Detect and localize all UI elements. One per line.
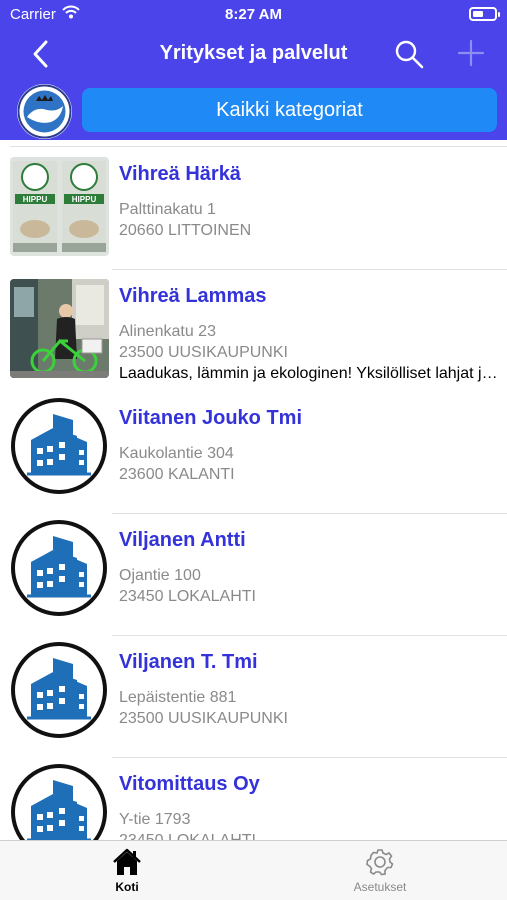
tab-home-label: Koti <box>115 880 139 894</box>
listing-street: Alinenkatu 23 <box>119 323 216 340</box>
listing-city: 23500 UUSIKAUPUNKI <box>119 344 288 361</box>
category-bar: Kaikki kategoriat <box>0 80 507 140</box>
status-bar: Carrier 8:27 AM <box>0 0 507 28</box>
list-item[interactable]: Vihreä Lammas Alinenkatu 23 23500 UUSIKA… <box>0 270 507 392</box>
tab-settings[interactable]: Asetukset <box>320 847 440 894</box>
tab-home[interactable]: Koti <box>67 847 187 894</box>
list-item[interactable]: Viljanen Antti Ojantie 100 23450 LOKALAH… <box>0 514 507 636</box>
svg-text:HIPPU: HIPPU <box>72 195 97 204</box>
listing-city: 23600 KALANTI <box>119 466 235 483</box>
listing-street: Palttinakatu 1 <box>119 201 216 218</box>
listing-photo-storefront <box>10 279 109 378</box>
clock: 8:27 AM <box>225 6 282 23</box>
listing-city: 23500 UUSIKAUPUNKI <box>119 710 288 727</box>
listing-name: Vihreä Lammas <box>119 285 267 307</box>
battery-icon <box>469 7 500 21</box>
building-icon <box>11 520 107 616</box>
listing-city: 23450 LOKALAHTI <box>119 832 256 840</box>
listing-street: Kaukolantie 304 <box>119 445 234 462</box>
page-title: Yritykset ja palvelut <box>159 42 348 64</box>
all-categories-button[interactable]: Kaikki kategoriat <box>82 88 497 132</box>
list-item[interactable]: Viljanen T. Tmi Lepäistentie 881 23500 U… <box>0 636 507 758</box>
listing-name: Viljanen Antti <box>119 529 246 551</box>
list-item[interactable]: Viitanen Jouko Tmi Kaukolantie 304 23600… <box>0 392 507 514</box>
list-item[interactable]: Vitomittaus Oy Y-tie 1793 23450 LOKALAHT… <box>0 758 507 840</box>
listing-description: Laadukas, lämmin ja ekologinen! Yksilöll… <box>119 365 499 382</box>
tab-bar: Koti Asetukset <box>0 840 507 900</box>
gear-icon <box>366 849 394 876</box>
listing-street: Ojantie 100 <box>119 567 201 584</box>
listing-name: Viitanen Jouko Tmi <box>119 407 302 429</box>
listing-city: 20660 LITTOINEN <box>119 222 252 239</box>
listing-name: Viljanen T. Tmi <box>119 651 258 673</box>
listing-name: Vitomittaus Oy <box>119 773 260 795</box>
home-icon <box>113 848 141 875</box>
company-list: HIPPU HIPPU Vihreä Härkä Palttinakatu 1 … <box>0 140 507 840</box>
listing-photo-products: HIPPU HIPPU <box>10 157 109 256</box>
navigation-bar: Yritykset ja palvelut <box>0 28 507 80</box>
add-icon[interactable] <box>456 38 486 68</box>
svg-text:HIPPU: HIPPU <box>23 195 48 204</box>
listing-street: Y-tie 1793 <box>119 811 191 828</box>
list-item[interactable]: HIPPU HIPPU Vihreä Härkä Palttinakatu 1 … <box>0 146 507 270</box>
tab-settings-label: Asetukset <box>353 880 407 894</box>
app-logo <box>17 84 72 139</box>
building-icon <box>11 398 107 494</box>
building-icon <box>11 764 107 840</box>
search-icon[interactable] <box>393 38 425 70</box>
listing-street: Lepäistentie 881 <box>119 689 237 706</box>
listing-city: 23450 LOKALAHTI <box>119 588 256 605</box>
building-icon <box>11 642 107 738</box>
listing-name: Vihreä Härkä <box>119 163 241 185</box>
